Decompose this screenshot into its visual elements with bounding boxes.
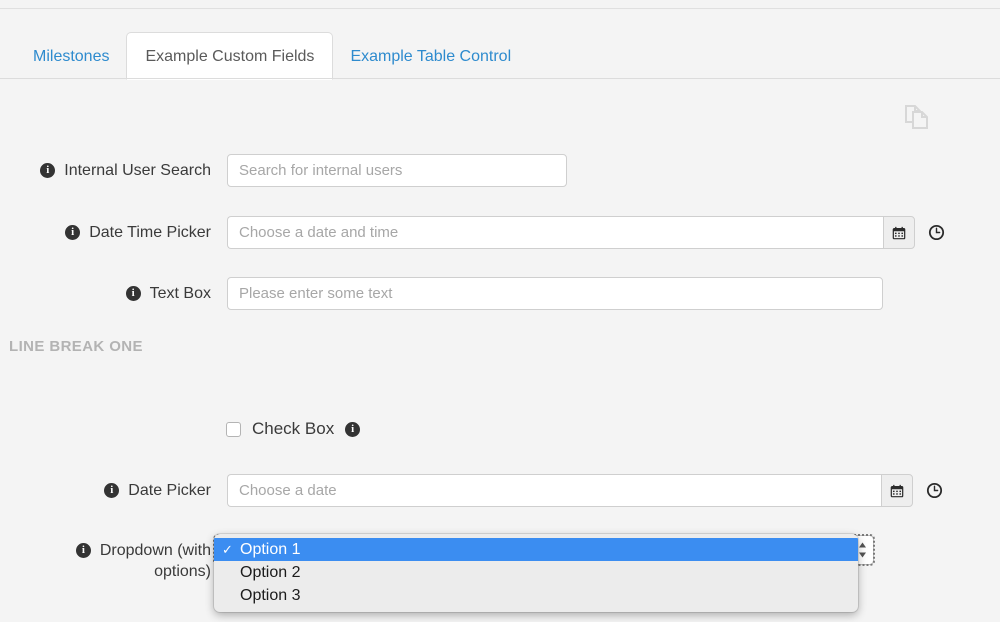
text-box-label: Text Box (149, 285, 211, 302)
check-icon: ✓ (222, 566, 240, 579)
info-icon[interactable]: i (125, 286, 141, 301)
custom-fields-form: i Internal User Search i Date Time Picke… (0, 79, 1000, 622)
dropdown-option-label: Option 1 (240, 540, 301, 558)
clock-icon[interactable] (923, 474, 945, 507)
internal-user-search-label-area: i Internal User Search (0, 154, 211, 181)
calendar-icon[interactable] (881, 474, 913, 507)
section-break-heading: LINE BREAK ONE (9, 338, 143, 355)
info-icon[interactable]: i (65, 225, 81, 240)
page-root: Milestones Example Custom Fields Example… (0, 0, 1000, 622)
date-picker-input-group (227, 474, 913, 507)
tab-list: Milestones Example Custom Fields Example… (16, 32, 528, 80)
tab-strip: Milestones Example Custom Fields Example… (0, 9, 1000, 80)
dropdown-option-3[interactable]: ✓ Option 3 (214, 584, 858, 607)
dropdown-option-1[interactable]: ✓ Option 1 (214, 538, 858, 561)
date-picker-input[interactable] (227, 474, 881, 507)
dropdown-option-2[interactable]: ✓ Option 2 (214, 561, 858, 584)
check-icon: ✓ (222, 589, 240, 602)
check-box-label: Check Box (252, 419, 335, 438)
dropdown-option-label: Option 2 (240, 563, 301, 581)
date-time-picker-label-area: i Date Time Picker (0, 216, 211, 243)
internal-user-search-input[interactable] (227, 154, 567, 187)
internal-user-search-label: Internal User Search (64, 162, 211, 179)
row-check-box: Check Box i (226, 419, 361, 439)
info-icon[interactable]: i (104, 483, 120, 498)
calendar-icon[interactable] (883, 216, 915, 249)
check-box-input[interactable] (226, 421, 241, 437)
row-dropdown: i Dropdown (with options) (0, 534, 211, 584)
dropdown-label-area: i Dropdown (with options) (0, 534, 211, 582)
text-box-input[interactable] (227, 277, 883, 310)
date-time-picker-input-group (227, 216, 915, 249)
check-icon: ✓ (222, 542, 233, 557)
tab-milestones[interactable]: Milestones (16, 34, 126, 79)
dropdown-option-label: Option 3 (240, 586, 301, 604)
row-text-box: i Text Box (0, 277, 883, 311)
text-box-label-area: i Text Box (0, 277, 211, 304)
date-time-picker-input[interactable] (227, 216, 883, 249)
dropdown-label: Dropdown (with options) (99, 542, 211, 580)
select-arrows-icon (859, 542, 866, 558)
info-icon[interactable]: i (75, 543, 91, 558)
date-time-picker-label: Date Time Picker (89, 224, 211, 241)
tab-example-custom-fields[interactable]: Example Custom Fields (126, 32, 334, 80)
date-picker-label: Date Picker (128, 482, 211, 499)
info-icon[interactable]: i (345, 422, 361, 437)
info-icon[interactable]: i (40, 163, 56, 178)
tab-example-table-control[interactable]: Example Table Control (333, 34, 528, 79)
dropdown-menu: ✓ Option 1 ✓ Option 2 ✓ Option 3 (214, 534, 858, 612)
clock-icon[interactable] (925, 216, 947, 249)
row-date-time-picker: i Date Time Picker (0, 216, 947, 250)
date-picker-label-area: i Date Picker (0, 474, 211, 501)
row-internal-user-search: i Internal User Search (0, 154, 567, 188)
row-date-picker: i Date Picker (0, 474, 945, 508)
